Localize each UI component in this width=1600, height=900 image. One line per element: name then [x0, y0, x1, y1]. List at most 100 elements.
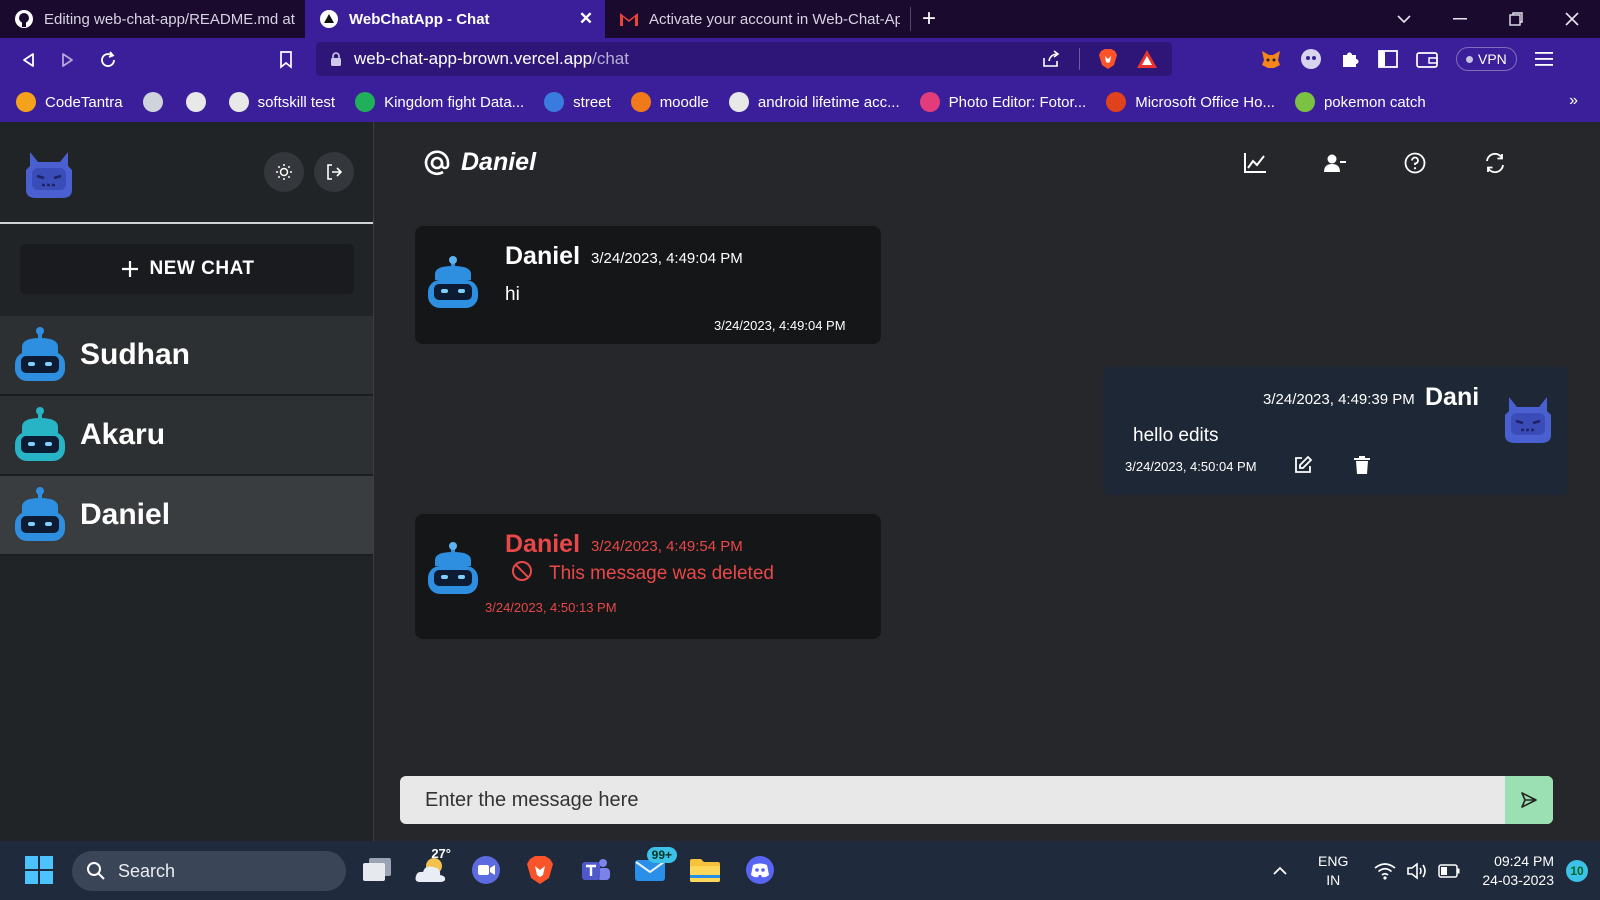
chat-list-item[interactable]: Akaru	[0, 396, 373, 476]
brave-taskbar-button[interactable]	[523, 853, 557, 887]
bookmark-label: Photo Editor: Fotor...	[948, 93, 1087, 111]
sun-icon	[276, 164, 292, 180]
bookmark-item[interactable]: Microsoft Office Ho...	[1106, 92, 1275, 112]
sidebar-toggle-icon[interactable]	[1378, 50, 1398, 68]
chevron-down-icon[interactable]	[1376, 0, 1432, 38]
battery-icon[interactable]	[1438, 863, 1460, 878]
refresh-button[interactable]	[1482, 150, 1508, 176]
chat-toolbar	[1242, 150, 1508, 176]
lang-code: ENG	[1318, 852, 1349, 869]
bookmark-item[interactable]: pokemon catch	[1294, 92, 1426, 112]
tab-github-readme[interactable]: Editing web-chat-app/README.md at	[0, 0, 305, 38]
minimize-button[interactable]	[1432, 0, 1488, 38]
forward-icon	[62, 53, 73, 67]
task-view-button[interactable]	[360, 853, 394, 887]
bookmark-item[interactable]: CodeTantra	[16, 92, 123, 112]
theme-toggle-button[interactable]	[264, 152, 304, 192]
brave-rewards-icon[interactable]	[1136, 49, 1158, 69]
wifi-icon[interactable]	[1374, 862, 1396, 880]
back-button[interactable]	[8, 40, 48, 80]
video-call-icon	[472, 856, 500, 884]
stats-button[interactable]	[1242, 150, 1268, 176]
trash-icon[interactable]	[1353, 455, 1371, 475]
volume-icon[interactable]	[1406, 861, 1428, 880]
system-tray: ENG IN 09:24 PM 24-03-2023 10	[1272, 841, 1600, 900]
vpn-button[interactable]: VPN	[1456, 47, 1517, 71]
tab-gmail-activate[interactable]: Activate your account in Web-Chat-Ap	[605, 0, 910, 38]
bookmark-favicon-icon	[355, 92, 376, 112]
new-chat-button[interactable]: NEW CHAT	[20, 244, 354, 294]
sidebar: NEW CHAT Sudhan Akaru Daniel	[0, 122, 374, 841]
bookmark-item[interactable]: moodle	[630, 92, 709, 112]
message-edited-time: 3/24/2023, 4:50:04 PM	[1125, 459, 1257, 474]
teams-taskbar-button[interactable]	[578, 853, 612, 887]
tab-webchatapp[interactable]: WebChatApp - Chat ✕	[305, 0, 605, 38]
lock-icon	[331, 51, 341, 66]
window-controls	[1376, 0, 1600, 38]
discord-taskbar-button[interactable]	[743, 853, 777, 887]
bookmark-item[interactable]	[142, 92, 172, 112]
bookmark-item[interactable]: softskill test	[228, 92, 336, 112]
taskbar-clock[interactable]: 09:24 PM 24-03-2023	[1482, 852, 1554, 890]
bookmarks-overflow-button[interactable]: »	[1569, 92, 1578, 110]
start-button[interactable]	[22, 853, 56, 887]
bookmark-favicon-icon	[728, 92, 749, 112]
puzzle-icon[interactable]	[1340, 49, 1360, 69]
weather-temp: 27°	[431, 846, 451, 861]
bookmark-label: softskill test	[257, 93, 336, 111]
send-button[interactable]	[1505, 776, 1553, 824]
bookmark-item[interactable]: Photo Editor: Fotor...	[919, 92, 1087, 112]
taskbar-search[interactable]: Search	[72, 851, 346, 891]
vpn-label: VPN	[1478, 51, 1507, 67]
forward-button[interactable]	[48, 40, 88, 80]
user-minus-icon	[1324, 154, 1346, 172]
remove-user-button[interactable]	[1322, 150, 1348, 176]
bookmark-favicon-icon	[1294, 92, 1315, 112]
message-sender: Dani	[1425, 383, 1480, 411]
mail-taskbar-button[interactable]: 99+	[633, 847, 677, 887]
brave-shield-icon[interactable]	[1098, 48, 1118, 70]
bookmark-item[interactable]	[185, 92, 215, 112]
notification-badge[interactable]: 10	[1566, 859, 1588, 882]
wallet-icon[interactable]	[1416, 50, 1438, 68]
bookmark-label: CodeTantra	[45, 93, 123, 111]
metamask-icon[interactable]	[1260, 48, 1282, 70]
url-divider	[1079, 48, 1080, 70]
message-text: hi	[505, 284, 520, 305]
logout-button[interactable]	[314, 152, 354, 192]
address-bar[interactable]: web-chat-app-brown.vercel.app/chat	[316, 42, 1172, 76]
chat-list-item[interactable]: Sudhan	[0, 316, 373, 396]
weather-widget[interactable]: 27°	[414, 846, 451, 887]
message-timestamp: 3/24/2023, 4:49:54 PM	[591, 538, 743, 555]
reload-button[interactable]	[88, 40, 128, 80]
bookmark-item[interactable]: Kingdom fight Data...	[355, 92, 524, 112]
url-text: web-chat-app-brown.vercel.app/chat	[354, 49, 629, 68]
bookmark-label: android lifetime acc...	[757, 93, 900, 111]
meet-now-button[interactable]	[469, 853, 503, 887]
bookmark-page-button[interactable]	[266, 40, 306, 80]
github-icon	[15, 10, 33, 28]
close-icon[interactable]: ✕	[577, 9, 595, 29]
input-language[interactable]: ENG IN	[1318, 852, 1348, 890]
bookmark-item[interactable]: android lifetime acc...	[728, 92, 900, 112]
ghost-extension-icon[interactable]	[1300, 48, 1322, 70]
new-chat-label: NEW CHAT	[149, 258, 255, 279]
share-icon[interactable]	[1041, 50, 1061, 68]
new-tab-button[interactable]: +	[911, 0, 947, 38]
chat-list-item[interactable]: Daniel	[0, 476, 373, 556]
restore-button[interactable]	[1488, 0, 1544, 38]
prohibited-icon	[512, 561, 532, 581]
message-text: hello edits	[1133, 425, 1219, 446]
chevron-up-icon[interactable]	[1272, 866, 1288, 876]
edit-icon[interactable]	[1293, 455, 1313, 475]
message-input[interactable]	[400, 776, 1505, 824]
bookmark-label: street	[573, 93, 611, 111]
bookmark-item[interactable]: street	[544, 92, 611, 112]
help-button[interactable]	[1402, 150, 1428, 176]
task-view-icon	[363, 858, 391, 881]
file-explorer-button[interactable]	[688, 853, 722, 887]
menu-icon[interactable]	[1534, 51, 1553, 67]
logout-icon	[327, 164, 343, 180]
bookmarks-bar: CodeTantra softskill test Kingdom fight Da…	[0, 82, 1600, 122]
close-window-button[interactable]	[1544, 0, 1600, 38]
